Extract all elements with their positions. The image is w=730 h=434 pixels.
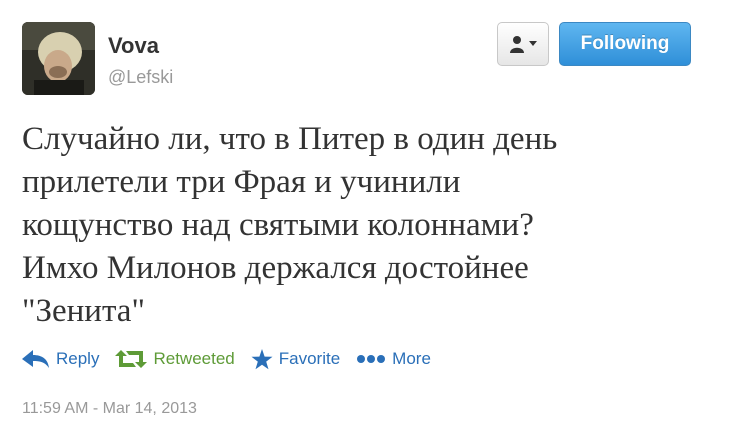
tweet-line: Случайно ли, что в Питер в один день <box>22 121 558 157</box>
avatar-photo <box>22 22 95 95</box>
tweet-actions: Reply Retweeted Favorite More <box>22 344 447 374</box>
more-button[interactable]: More <box>356 349 431 369</box>
star-icon <box>251 348 273 369</box>
more-label: More <box>392 349 431 368</box>
tweet-line: прилетели три Фрая и учинили <box>22 164 461 200</box>
tweet-line: "Зенита" <box>22 293 145 329</box>
user-actions-button[interactable] <box>497 22 549 66</box>
avatar[interactable] <box>22 22 95 95</box>
retweeted-label: Retweeted <box>153 349 235 368</box>
user-handle[interactable]: @Lefski <box>108 67 173 88</box>
reply-label: Reply <box>56 349 100 368</box>
user-name[interactable]: Vova <box>108 33 159 59</box>
person-icon <box>510 36 524 53</box>
caret-down-icon <box>529 41 537 46</box>
tweet-line: кощунство над святыми колоннами? <box>22 207 534 243</box>
retweet-button[interactable]: Retweeted <box>115 349 235 369</box>
retweet-icon <box>115 350 148 368</box>
more-dots-icon <box>357 355 386 363</box>
favorite-button[interactable]: Favorite <box>251 348 341 370</box>
reply-button[interactable]: Reply <box>22 349 99 369</box>
reply-icon <box>22 350 49 368</box>
favorite-label: Favorite <box>278 349 341 368</box>
tweet-timestamp[interactable]: 11:59 AM - Mar 14, 2013 <box>22 400 197 418</box>
following-button[interactable]: Following <box>559 22 691 66</box>
tweet-text: Случайно ли, что в Питер в один день при… <box>22 118 702 333</box>
tweet-line: Имхо Милонов держался достойнее <box>22 250 529 286</box>
